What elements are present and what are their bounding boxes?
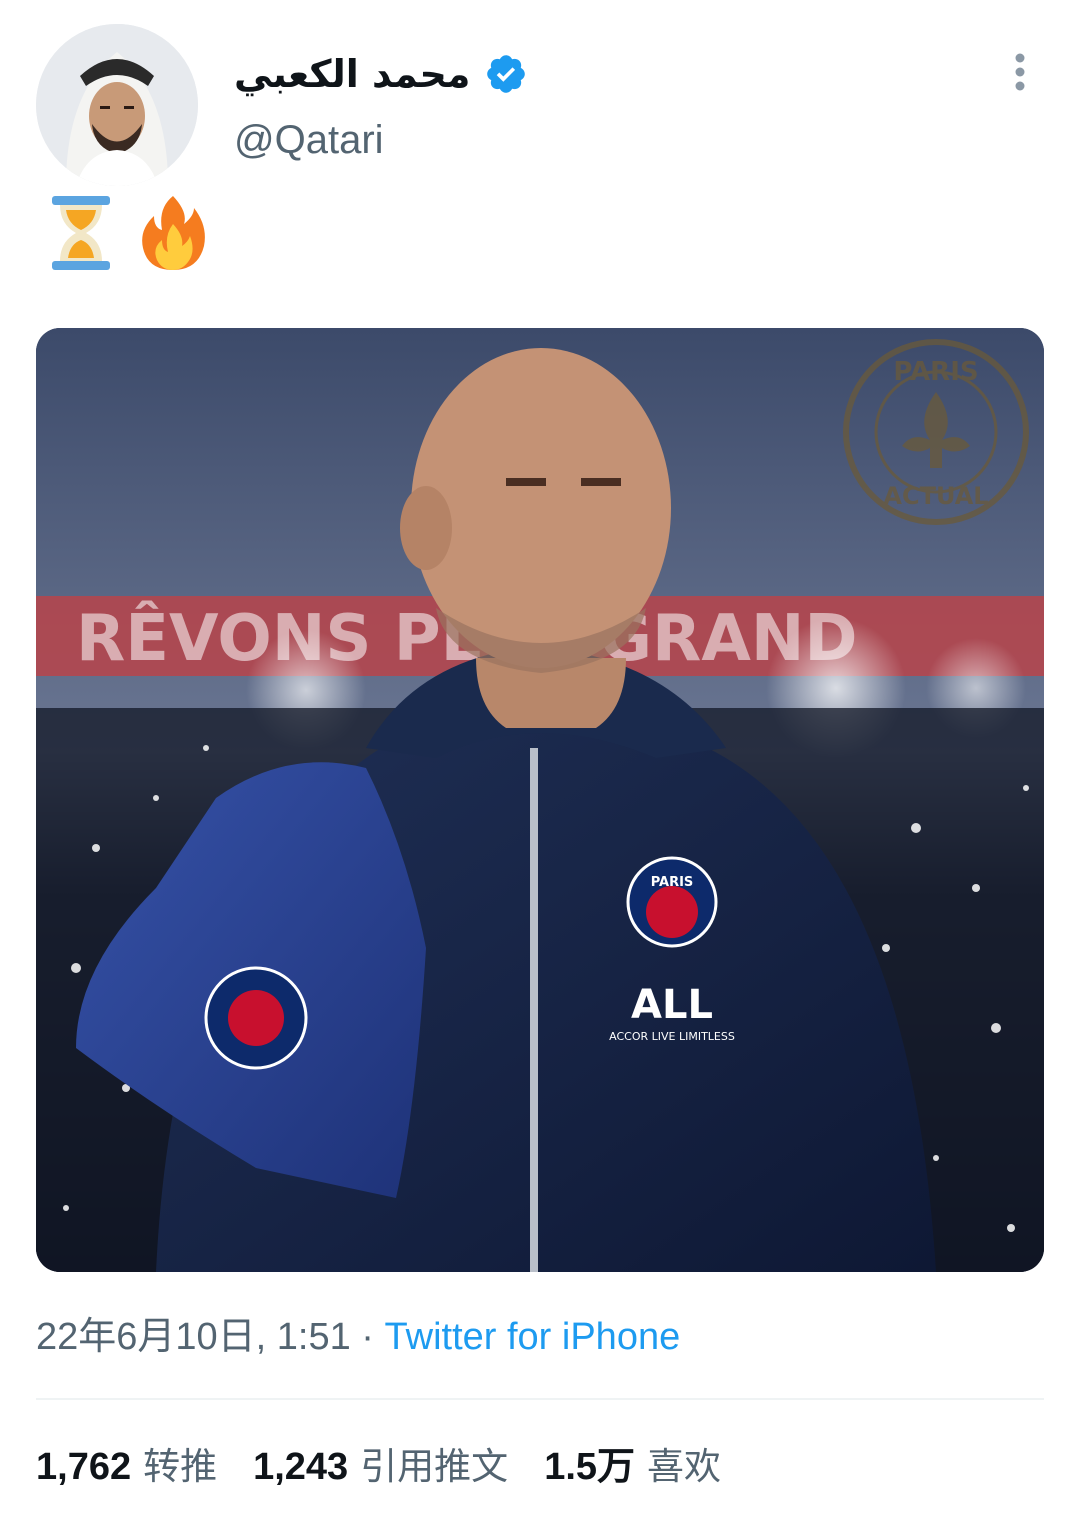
hourglass-icon: [46, 194, 116, 274]
engagement-stats: 1,762 转推 1,243 引用推文 1.5万 喜欢: [36, 1440, 721, 1494]
likes-count: 1.5万: [544, 1446, 636, 1488]
display-name[interactable]: محمد الكعبي: [234, 46, 470, 102]
quotes-label: 引用推文: [360, 1445, 509, 1488]
meta-separator: ·: [350, 1316, 385, 1358]
avatar[interactable]: [36, 24, 198, 186]
badge-text-bottom: ACTUAL: [883, 482, 988, 510]
display-name-row: محمد الكعبي: [234, 46, 528, 102]
retweets-label: 转推: [143, 1445, 218, 1488]
tweet-source-link[interactable]: Twitter for iPhone: [385, 1316, 681, 1358]
fire-icon: [138, 194, 208, 274]
tweet-media-image[interactable]: RÊVONS PLUS GRAND: [36, 328, 1044, 1272]
crest-text: PARIS: [651, 875, 694, 890]
timestamp[interactable]: 22年6月10日, 1:51: [36, 1316, 351, 1358]
more-options-icon[interactable]: [996, 48, 1044, 96]
likes-label: 喜欢: [647, 1445, 722, 1488]
badge-text-top: PARIS: [893, 357, 978, 387]
divider: [36, 1398, 1044, 1400]
quotes-count: 1,243: [253, 1446, 349, 1488]
sponsor-logo: ALL: [631, 982, 713, 1028]
retweets-stat[interactable]: 1,762 转推: [36, 1440, 217, 1494]
tweet-text: [46, 194, 208, 274]
likes-stat[interactable]: 1.5万 喜欢: [544, 1440, 721, 1494]
user-handle[interactable]: @Qatari: [234, 114, 384, 166]
retweets-count: 1,762: [36, 1446, 132, 1488]
quotes-stat[interactable]: 1,243 引用推文: [253, 1440, 508, 1494]
sponsor-text: ACCOR LIVE LIMITLESS: [609, 1030, 735, 1043]
verified-badge-icon: [484, 52, 528, 96]
tweet-meta: 22年6月10日, 1:51 · Twitter for iPhone: [36, 1312, 680, 1362]
